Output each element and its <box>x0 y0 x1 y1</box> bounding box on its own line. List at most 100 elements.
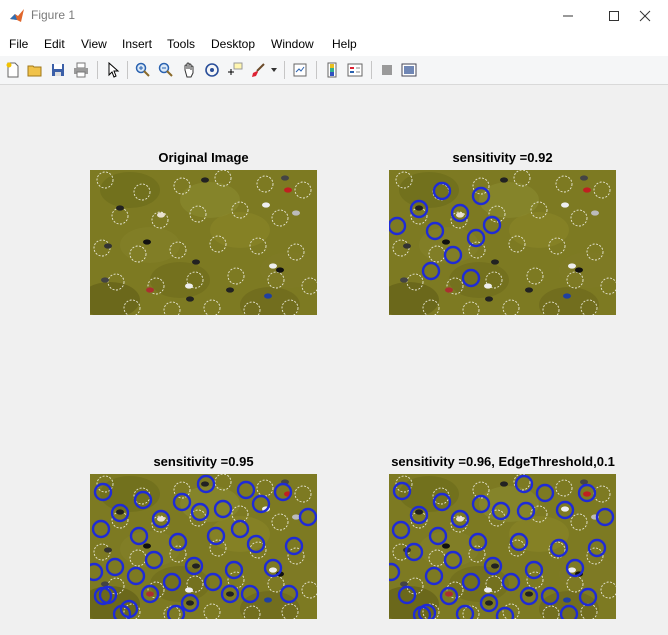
person-on-lawn <box>281 175 289 181</box>
zoom-out-button[interactable] <box>156 60 176 80</box>
sensitivity-096-edge-axes <box>389 474 616 619</box>
axes-title-sensitivity-095: sensitivity =0.95 <box>153 454 254 469</box>
axes-title-original: Original Image <box>158 150 249 165</box>
aerial-park-image <box>389 474 616 619</box>
open-button[interactable] <box>25 60 45 80</box>
print-button[interactable] <box>71 60 91 80</box>
colorbar-button[interactable] <box>322 60 342 80</box>
grass-patch <box>100 476 160 512</box>
person-on-lawn <box>568 263 576 269</box>
hide-plot-tools-button[interactable] <box>377 60 397 80</box>
person-on-lawn <box>484 587 492 593</box>
person-on-lawn <box>269 567 277 573</box>
minimize-icon <box>563 15 573 16</box>
person-on-lawn <box>415 509 423 515</box>
menu-edit[interactable]: Edit <box>44 37 65 51</box>
menu-help[interactable]: Help <box>332 37 357 51</box>
hide-plot-tools-icon <box>382 65 392 75</box>
title-bar: Figure 1 <box>0 0 668 31</box>
original-image-axes <box>90 170 317 315</box>
person-on-lawn <box>201 481 209 487</box>
legend-button[interactable] <box>345 60 365 80</box>
person-on-lawn <box>116 205 124 211</box>
save-icon <box>52 64 64 76</box>
brush-button[interactable] <box>248 60 268 80</box>
maximize-icon <box>609 10 619 21</box>
rotate-3d-icon <box>205 63 219 77</box>
grass-patch <box>509 212 569 248</box>
menu-tools[interactable]: Tools <box>167 37 195 51</box>
toolbar-separator <box>316 61 317 79</box>
figure-toolbar <box>0 56 668 85</box>
figure-canvas: Original Image sensitivity =0.92 sensiti… <box>0 85 668 635</box>
close-button[interactable] <box>622 0 668 31</box>
pan-button[interactable] <box>179 60 199 80</box>
zoom-out-icon <box>158 62 173 77</box>
brush-icon <box>252 63 265 77</box>
show-plot-tools-icon <box>401 63 417 77</box>
show-plot-tools-button[interactable] <box>399 60 419 80</box>
minimize-button[interactable] <box>545 0 591 31</box>
brush-dropdown[interactable] <box>268 60 280 80</box>
person-on-lawn <box>146 287 154 293</box>
grass-patch <box>210 212 270 248</box>
person-on-lawn <box>186 600 194 606</box>
pan-icon <box>184 62 194 78</box>
person-on-lawn <box>276 267 284 273</box>
aerial-park-image <box>90 474 317 619</box>
print-icon <box>74 62 88 78</box>
person-on-lawn <box>500 177 508 183</box>
person-on-lawn <box>157 516 165 522</box>
new-figure-button[interactable] <box>3 60 23 80</box>
person-on-lawn <box>185 283 193 289</box>
pointer-button[interactable] <box>103 60 123 80</box>
person-on-lawn <box>186 296 194 302</box>
rotate-3d-button[interactable] <box>202 60 222 80</box>
person-on-lawn <box>563 597 571 603</box>
menu-insert[interactable]: Insert <box>122 37 152 51</box>
menu-desktop[interactable]: Desktop <box>211 37 255 51</box>
window-title: Figure 1 <box>31 8 76 22</box>
person-on-lawn <box>292 514 300 520</box>
save-button[interactable] <box>48 60 68 80</box>
sensitivity-092-axes <box>389 170 616 315</box>
person-on-lawn <box>575 267 583 273</box>
chevron-down-icon <box>271 68 277 72</box>
person-on-lawn <box>403 243 411 249</box>
person-on-lawn <box>583 491 591 497</box>
person-on-lawn <box>146 591 154 597</box>
grass-patch <box>100 172 160 208</box>
person-on-lawn <box>484 283 492 289</box>
menu-file[interactable]: File <box>9 37 28 51</box>
link-plot-icon <box>293 63 307 77</box>
person-on-lawn <box>143 239 151 245</box>
person-on-lawn <box>485 296 493 302</box>
person-on-lawn <box>491 563 499 569</box>
pointer-icon <box>108 62 120 78</box>
zoom-in-button[interactable] <box>133 60 153 80</box>
link-plot-button[interactable] <box>290 60 310 80</box>
data-cursor-icon <box>228 62 243 75</box>
person-on-lawn <box>415 205 423 211</box>
person-on-lawn <box>226 591 234 597</box>
toolbar-separator <box>97 61 98 79</box>
grass-patch <box>399 476 459 512</box>
person-on-lawn <box>116 509 124 515</box>
person-on-lawn <box>185 587 193 593</box>
grass-patch <box>180 182 240 218</box>
grass-patch <box>120 227 180 263</box>
toolbar-separator <box>371 61 372 79</box>
colorbar-icon <box>327 62 337 78</box>
menu-window[interactable]: Window <box>271 37 314 51</box>
person-on-lawn <box>192 259 200 265</box>
grass-patch <box>419 531 479 567</box>
person-on-lawn <box>292 210 300 216</box>
data-cursor-button[interactable] <box>225 60 245 80</box>
axes-title-sensitivity-096-edge: sensitivity =0.96, EdgeThreshold,0.1 <box>391 454 615 469</box>
person-on-lawn <box>456 212 464 218</box>
person-on-lawn <box>561 506 569 512</box>
person-on-lawn <box>561 202 569 208</box>
menu-view[interactable]: View <box>81 37 107 51</box>
person-on-lawn <box>400 277 408 283</box>
person-on-lawn <box>101 277 109 283</box>
